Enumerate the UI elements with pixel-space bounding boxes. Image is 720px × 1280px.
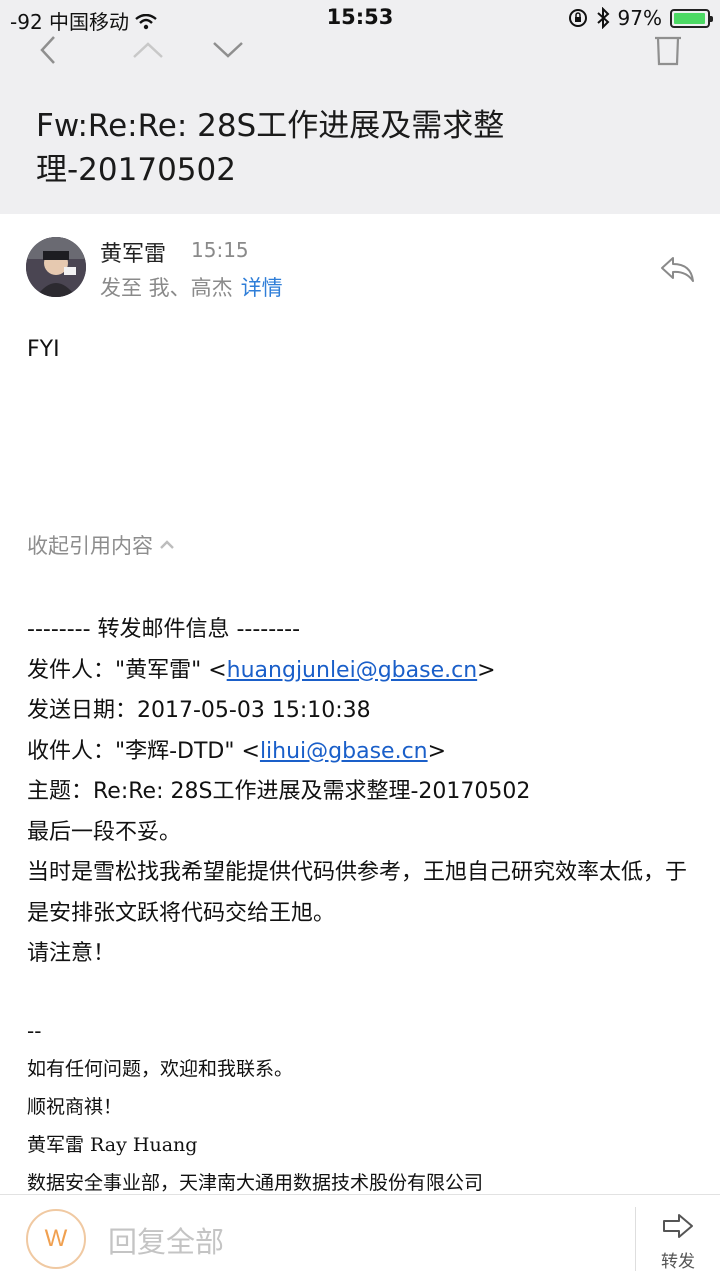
quoted-body-line-1: 最后一段不妥。 xyxy=(27,819,182,845)
bottom-divider xyxy=(635,1207,636,1271)
collapse-quote-label: 收起引用内容 xyxy=(27,534,153,558)
reply-all-input[interactable]: 回复全部 xyxy=(108,1219,224,1261)
to-label: 收件人："李辉-DTD" < xyxy=(27,738,260,764)
mail-subject: Fw:Re:Re: 28S工作进展及需求整理-20170502 xyxy=(36,108,505,188)
back-chevron-icon[interactable] xyxy=(26,28,70,72)
from-close: > xyxy=(477,657,496,683)
to-close: > xyxy=(427,738,447,764)
bluetooth-icon xyxy=(596,7,609,29)
recipients-line: 发至 我、高杰 详情 xyxy=(100,272,283,302)
forward-header: -------- 转发邮件信息 -------- xyxy=(27,617,301,642)
from-email-link[interactable]: huangjunlei@gbase.cn xyxy=(227,658,477,683)
chevron-up-icon xyxy=(160,540,174,549)
signature-separator: -- xyxy=(27,1019,42,1043)
forward-arrow-icon xyxy=(663,1214,693,1238)
forward-button[interactable]: 转发 xyxy=(652,1209,704,1272)
signature-line-3: 黄军雷 Ray Huang xyxy=(27,1134,198,1156)
bottom-reply-bar: W 回复全部 转发 xyxy=(0,1194,720,1280)
mail-body-text: FYI xyxy=(27,337,60,362)
user-avatar[interactable]: W xyxy=(26,1209,86,1269)
orientation-lock-icon xyxy=(568,9,587,27)
quoted-subject-line: 主题：Re:Re: 28S工作进展及需求整理-20170502 xyxy=(27,779,531,804)
next-mail-chevron-down-icon[interactable] xyxy=(206,28,250,72)
recipients-text: 发至 我、高杰 xyxy=(100,276,233,300)
sent-time: 15:15 xyxy=(191,238,249,262)
quoted-body-line-2: 当时是雪松找我希望能提供代码供参考，王旭自己研究效率太低，于是安排张文跃将代码交… xyxy=(27,860,688,926)
quoted-body-line-3: 请注意！ xyxy=(27,941,116,966)
signature-line-2: 顺祝商祺！ xyxy=(27,1096,123,1118)
signature: -- 如有任何问题，欢迎和我联系。 顺祝商祺！ 黄军雷 Ray Huang 数据… xyxy=(27,1012,707,1202)
collapse-quote-toggle[interactable]: 收起引用内容 xyxy=(27,530,175,560)
forward-label: 转发 xyxy=(661,1252,695,1272)
header-region: -92 中国移动 15:53 97% Fw:Re:Re: 28S工作进展及需求整… xyxy=(0,0,720,214)
sender-name[interactable]: 黄军雷 xyxy=(100,236,166,268)
from-label: 发件人："黄军雷" < xyxy=(27,657,227,683)
to-email-link[interactable]: lihui@gbase.cn xyxy=(260,739,428,764)
battery-level xyxy=(674,12,706,24)
to-line: 收件人："李辉-DTD" <lihui@gbase.cn> xyxy=(27,732,707,773)
signature-line-1: 如有任何问题，欢迎和我联系。 xyxy=(27,1058,294,1080)
battery-percent: 97% xyxy=(617,6,662,30)
status-right: 97% xyxy=(568,6,713,30)
date-line: 发送日期：2017-05-03 15:10:38 xyxy=(27,698,371,723)
navigation-bar xyxy=(0,28,720,72)
reply-icon[interactable] xyxy=(658,249,698,289)
sender-avatar[interactable] xyxy=(26,237,86,297)
previous-mail-chevron-up-icon[interactable] xyxy=(126,28,170,72)
trash-icon[interactable] xyxy=(646,28,690,72)
details-link[interactable]: 详情 xyxy=(241,276,283,300)
battery-icon xyxy=(670,8,713,28)
from-line: 发件人："黄军雷" <huangjunlei@gbase.cn> xyxy=(27,651,707,692)
quoted-content: -------- 转发邮件信息 -------- 发件人："黄军雷" <huan… xyxy=(27,610,707,975)
